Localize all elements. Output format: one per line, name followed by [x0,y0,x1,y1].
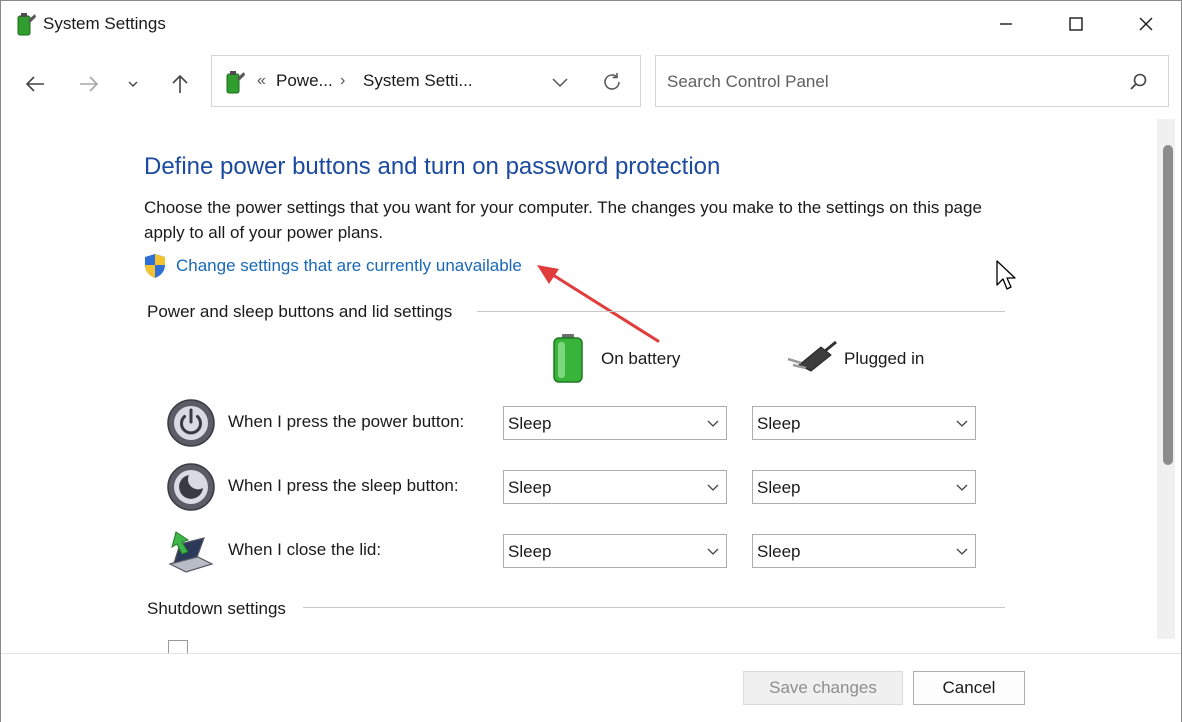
system-settings-window: System Settings « Powe... › System Setti… [0,0,1182,722]
up-arrow-icon [172,74,188,93]
shutdown-option-checkbox[interactable] [168,640,188,653]
shutdown-section-title: Shutdown settings [147,599,300,619]
select-value: Sleep [508,478,552,497]
power-plug-icon [787,340,837,372]
title-bar[interactable]: System Settings [1,1,1181,47]
close-lid-on-battery-select[interactable]: Sleep [503,534,727,568]
plugged-in-column-header: Plugged in [844,349,925,368]
cancel-button[interactable]: Cancel [913,671,1025,705]
breadcrumb-power-options[interactable]: Powe... [276,71,333,91]
power-button-label: When I press the power button: [228,412,465,431]
minimize-icon [1000,23,1012,25]
save-changes-button[interactable]: Save changes [743,671,903,705]
search-input[interactable]: Search Control Panel [667,72,829,92]
chevron-down-icon [956,420,968,427]
chevron-down-icon [552,78,568,88]
search-icon[interactable] [1128,72,1148,92]
power-button-icon [167,399,215,447]
close-lid-plugged-in-select[interactable]: Sleep [752,534,976,568]
select-value: Sleep [508,414,552,433]
chevron-down-icon [707,484,719,491]
chevron-down-icon [707,548,719,555]
sleep-button-on-battery-select[interactable]: Sleep [503,470,727,504]
page-heading: Define power buttons and turn on passwor… [144,153,721,180]
section-divider [477,311,1005,312]
power-button-plugged-in-select[interactable]: Sleep [752,406,976,440]
chevron-down-icon [956,484,968,491]
laptop-lid-icon [168,531,214,573]
close-button[interactable] [1111,1,1181,47]
sleep-button-label: When I press the sleep button: [228,476,459,495]
recent-locations-button[interactable] [116,67,150,101]
breadcrumb-system-settings[interactable]: System Setti... [363,71,473,91]
on-battery-column-header: On battery [601,349,681,368]
page-description: Choose the power settings that you want … [144,198,982,242]
select-value: Sleep [757,414,801,433]
chevron-down-icon [128,81,138,87]
address-bar[interactable]: « Powe... › System Setti... [211,55,641,107]
breadcrumb-separator[interactable]: › [340,72,345,90]
close-lid-label: When I close the lid: [228,540,382,559]
change-unavailable-settings-link[interactable]: Change settings that are currently unava… [176,256,522,276]
forward-button[interactable] [72,67,106,101]
power-section-title: Power and sleep buttons and lid settings [147,302,467,322]
window-title: System Settings [43,14,166,33]
select-value: Sleep [757,542,801,561]
search-box[interactable]: Search Control Panel [655,55,1169,107]
power-options-icon [226,71,245,94]
section-divider [303,607,1005,608]
power-options-app-icon [17,13,36,36]
chevron-down-icon [707,420,719,427]
sleep-button-icon [167,463,215,511]
address-overflow-marker[interactable]: « [257,72,266,90]
back-button[interactable] [18,67,52,101]
forward-arrow-icon [80,76,99,92]
navigation-bar: « Powe... › System Setti... Search Contr… [1,47,1181,119]
minimize-button[interactable] [971,1,1041,47]
refresh-button[interactable] [598,68,626,96]
sleep-button-plugged-in-select[interactable]: Sleep [752,470,976,504]
up-button[interactable] [163,67,197,101]
maximize-button[interactable] [1041,1,1111,47]
refresh-icon [604,73,620,90]
battery-icon [553,334,583,383]
mouse-cursor-icon [996,260,1016,290]
select-value: Sleep [508,542,552,561]
back-arrow-icon [25,76,44,92]
address-history-button[interactable] [548,70,572,94]
scrollbar-thumb[interactable] [1163,145,1173,465]
close-icon [1139,17,1153,31]
select-value: Sleep [757,478,801,497]
uac-shield-icon [145,254,165,278]
content-area: Define power buttons and turn on passwor… [1,119,1181,653]
maximize-icon [1069,17,1083,31]
chevron-down-icon [956,548,968,555]
power-button-on-battery-select[interactable]: Sleep [503,406,727,440]
footer-bar: Save changes Cancel [1,653,1181,722]
